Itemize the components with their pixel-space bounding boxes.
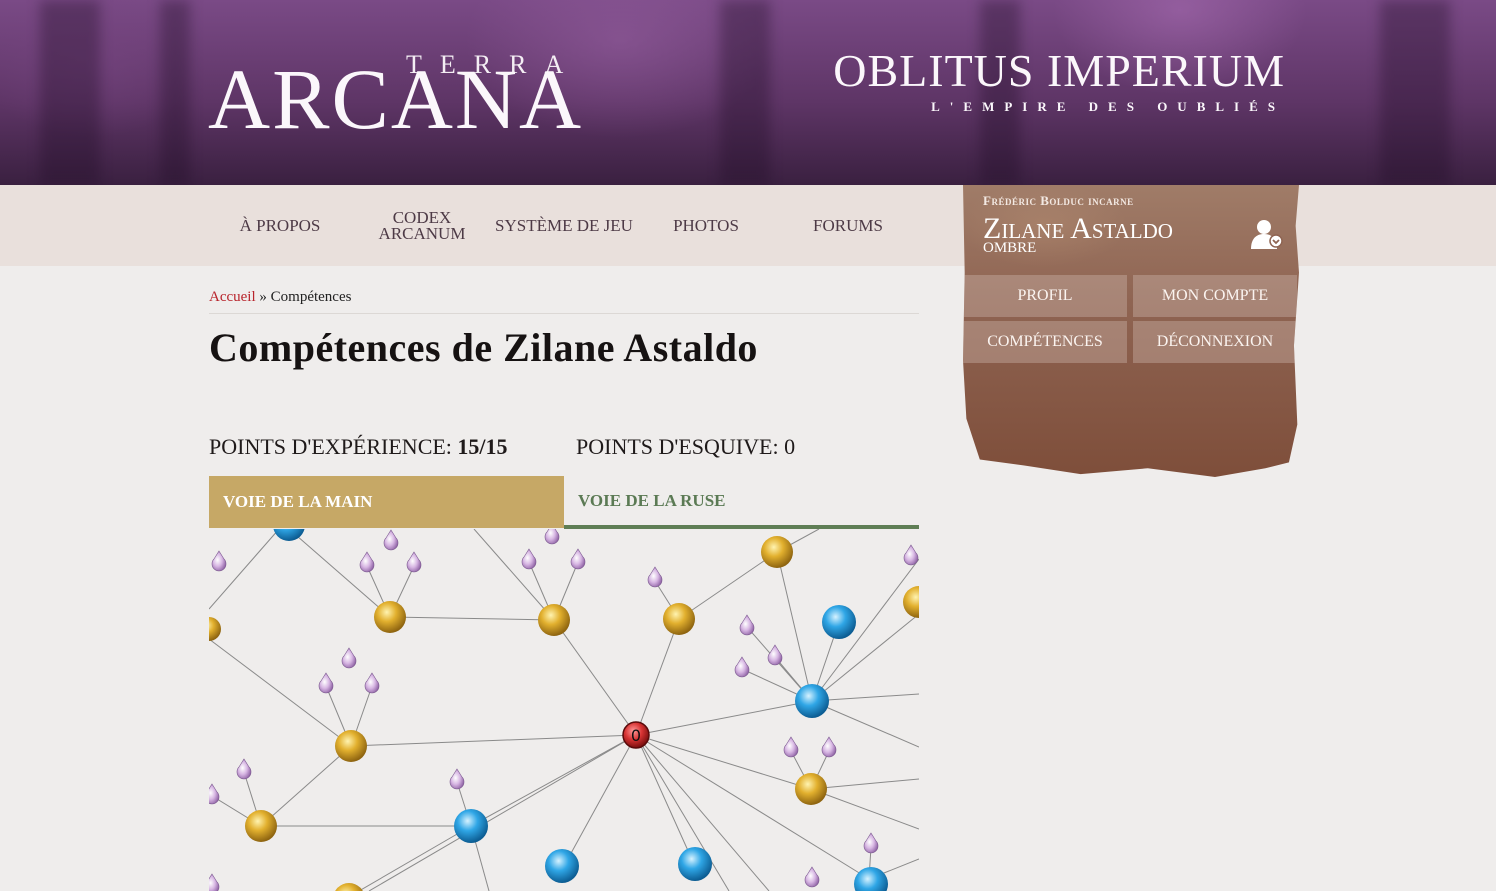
- minor-skill-node[interactable]: [903, 544, 919, 566]
- breadcrumb-home-link[interactable]: Accueil: [209, 289, 256, 305]
- skill-node[interactable]: [795, 684, 829, 718]
- skill-node[interactable]: [678, 847, 712, 881]
- tab-voie-de-la-main[interactable]: VOIE DE LA MAIN: [209, 476, 564, 528]
- root-node-label: 0: [631, 726, 641, 745]
- minor-skill-node[interactable]: [383, 529, 399, 551]
- xp-stat: POINTS D'EXPÉRIENCE: 15/15: [209, 434, 508, 460]
- nav-item-photos[interactable]: PHOTOS: [636, 185, 776, 266]
- skill-node[interactable]: [822, 605, 856, 639]
- minor-skill-node[interactable]: [236, 758, 252, 780]
- game-title: OBLITUS IMPERIUM: [833, 45, 1285, 96]
- profile-button[interactable]: PROFIL: [963, 275, 1127, 317]
- user-menu-icon[interactable]: [1250, 217, 1284, 251]
- minor-skill-node[interactable]: [406, 551, 422, 573]
- skill-node[interactable]: [245, 810, 277, 842]
- minor-skill-node[interactable]: [209, 783, 220, 805]
- my-account-button[interactable]: MON COMPTE: [1133, 275, 1297, 317]
- logout-button[interactable]: DÉCONNEXION: [1133, 321, 1297, 363]
- minor-skill-node[interactable]: [449, 768, 465, 790]
- dodge-label: POINTS D'ESQUIVE:: [576, 434, 779, 459]
- divider: [209, 313, 919, 314]
- minor-skill-node[interactable]: [544, 529, 560, 545]
- breadcrumb: Accueil » Compétences: [209, 289, 351, 306]
- skill-node[interactable]: [209, 617, 221, 641]
- breadcrumb-separator: »: [259, 289, 267, 305]
- skill-node[interactable]: [903, 586, 919, 618]
- skill-node[interactable]: [538, 604, 570, 636]
- skill-node[interactable]: [335, 730, 367, 762]
- nav-item-systeme-de-jeu[interactable]: SYSTÈME DE JEU: [494, 185, 634, 266]
- skill-tree-root[interactable]: 0: [622, 721, 650, 749]
- minor-skill-node[interactable]: [783, 736, 799, 758]
- minor-skill-node[interactable]: [804, 866, 820, 888]
- skill-node[interactable]: [795, 773, 827, 805]
- minor-skill-node[interactable]: [863, 832, 879, 854]
- minor-skill-node[interactable]: [767, 644, 783, 666]
- skill-node[interactable]: [663, 603, 695, 635]
- dodge-stat: POINTS D'ESQUIVE: 0: [576, 434, 795, 460]
- xp-label: POINTS D'EXPÉRIENCE:: [209, 434, 452, 459]
- breadcrumb-current: Compétences: [270, 289, 352, 305]
- minor-skill-node[interactable]: [739, 614, 755, 636]
- page-title: Compétences de Zilane Astaldo: [209, 325, 758, 370]
- minor-skill-node[interactable]: [359, 551, 375, 573]
- tab-voie-de-la-ruse[interactable]: VOIE DE LA RUSE: [564, 476, 919, 529]
- skill-node[interactable]: [854, 867, 888, 891]
- minor-skill-node[interactable]: [211, 550, 227, 572]
- minor-skill-node[interactable]: [364, 672, 380, 694]
- skill-node[interactable]: [761, 536, 793, 568]
- skill-node[interactable]: [374, 601, 406, 633]
- nav-item-codex-arcanum[interactable]: CODEX ARCANUM: [352, 185, 492, 266]
- minor-skill-node[interactable]: [341, 647, 357, 669]
- minor-skill-node[interactable]: [570, 548, 586, 570]
- nav-item-a-propos[interactable]: À PROPOS: [210, 185, 350, 266]
- xp-value: 15/15: [457, 434, 508, 459]
- minor-skill-node[interactable]: [318, 672, 334, 694]
- minor-skill-node[interactable]: [209, 873, 220, 891]
- minor-skill-node[interactable]: [521, 548, 537, 570]
- skills-button[interactable]: COMPÉTENCES: [963, 321, 1127, 363]
- minor-skill-node[interactable]: [647, 566, 663, 588]
- game-subtitle: L'EMPIRE DES OUBLIÉS: [931, 99, 1285, 114]
- site-logo[interactable]: ARCANA: [208, 56, 583, 142]
- minor-skill-node[interactable]: [821, 736, 837, 758]
- skill-tree[interactable]: 0: [209, 529, 919, 891]
- header-banner: TERRA ARCANA OBLITUS IMPERIUM L'EMPIRE D…: [0, 0, 1496, 185]
- skill-node[interactable]: [333, 883, 365, 891]
- skill-node[interactable]: [545, 849, 579, 883]
- player-line: Frédéric Bolduc incarne: [983, 193, 1134, 208]
- minor-skill-node[interactable]: [734, 656, 750, 678]
- dodge-value: 0: [784, 434, 796, 459]
- account-panel: Frédéric Bolduc incarne Zilane Astaldo O…: [963, 185, 1299, 477]
- character-class: Ombre: [983, 240, 1037, 256]
- nav-item-forums[interactable]: FORUMS: [778, 185, 918, 266]
- skill-node[interactable]: [454, 809, 488, 843]
